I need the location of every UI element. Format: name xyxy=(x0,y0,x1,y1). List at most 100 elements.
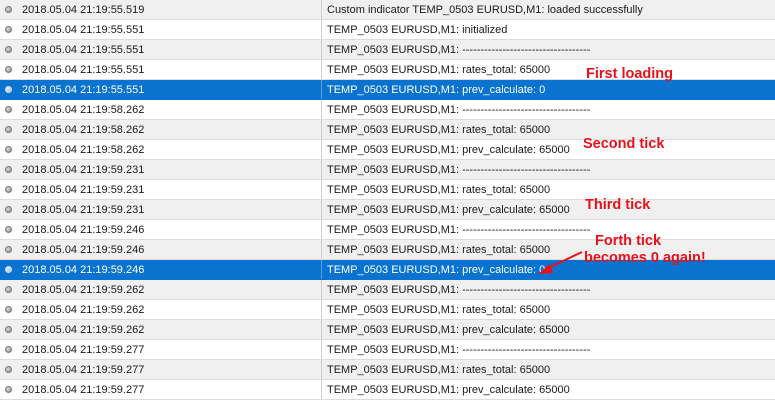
log-row[interactable]: 2018.05.04 21:19:58.262 TEMP_0503 EURUSD,… xyxy=(0,100,775,120)
circle-dot-icon xyxy=(5,346,12,353)
log-message: TEMP_0503 EURUSD,M1: -------------------… xyxy=(327,44,591,56)
log-message: TEMP_0503 EURUSD,M1: -------------------… xyxy=(327,344,591,356)
log-row[interactable]: 2018.05.04 21:19:59.262 TEMP_0503 EURUSD,… xyxy=(0,320,775,340)
circle-dot-icon xyxy=(5,66,12,73)
log-time: 2018.05.04 21:19:58.262 xyxy=(22,104,145,116)
log-message: TEMP_0503 EURUSD,M1: prev_calculate: 0 xyxy=(327,264,546,276)
annotation-first-loading: First loading xyxy=(586,66,673,82)
log-row[interactable]: 2018.05.04 21:19:59.262 TEMP_0503 EURUSD,… xyxy=(0,300,775,320)
circle-dot-icon xyxy=(5,366,12,373)
log-time: 2018.05.04 21:19:55.519 xyxy=(22,4,145,16)
log-message: TEMP_0503 EURUSD,M1: -------------------… xyxy=(327,104,591,116)
log-time: 2018.05.04 21:19:59.231 xyxy=(22,164,145,176)
circle-dot-icon xyxy=(5,286,12,293)
log-row[interactable]: 2018.05.04 21:19:59.277 TEMP_0503 EURUSD,… xyxy=(0,360,775,380)
log-row[interactable]: 2018.05.04 21:19:55.519 Custom indicator … xyxy=(0,0,775,20)
log-time: 2018.05.04 21:19:59.262 xyxy=(22,304,145,316)
log-time: 2018.05.04 21:19:55.551 xyxy=(22,44,145,56)
column-divider xyxy=(321,340,322,359)
column-divider xyxy=(321,260,322,279)
log-time: 2018.05.04 21:19:55.551 xyxy=(22,24,145,36)
circle-dot-icon xyxy=(5,166,12,173)
column-divider xyxy=(321,200,322,219)
circle-dot-icon xyxy=(5,106,12,113)
log-message: TEMP_0503 EURUSD,M1: prev_calculate: 0 xyxy=(327,84,546,96)
column-divider xyxy=(321,360,322,379)
annotation-forth-tick: Forth tick xyxy=(595,233,662,249)
circle-dot-icon xyxy=(5,186,12,193)
circle-dot-icon xyxy=(5,246,12,253)
log-time: 2018.05.04 21:19:59.231 xyxy=(22,204,145,216)
column-divider xyxy=(321,320,322,339)
log-time: 2018.05.04 21:19:59.262 xyxy=(22,324,145,336)
log-message: TEMP_0503 EURUSD,M1: -------------------… xyxy=(327,284,591,296)
column-divider xyxy=(321,180,322,199)
column-divider xyxy=(321,80,322,99)
log-message: Custom indicator TEMP_0503 EURUSD,M1: lo… xyxy=(327,4,643,16)
column-divider xyxy=(321,280,322,299)
circle-dot-icon xyxy=(5,306,12,313)
log-message: TEMP_0503 EURUSD,M1: prev_calculate: 650… xyxy=(327,384,570,396)
log-message: TEMP_0503 EURUSD,M1: rates_total: 65000 xyxy=(327,244,551,256)
column-divider xyxy=(321,160,322,179)
circle-dot-icon xyxy=(5,226,12,233)
column-divider xyxy=(321,220,322,239)
circle-dot-icon xyxy=(5,146,12,153)
log-time: 2018.05.04 21:19:59.246 xyxy=(22,264,145,276)
log-message: TEMP_0503 EURUSD,M1: -------------------… xyxy=(327,164,591,176)
annotation-second-tick: Second tick xyxy=(583,136,665,152)
circle-dot-icon xyxy=(5,126,12,133)
column-divider xyxy=(321,60,322,79)
log-row[interactable]: 2018.05.04 21:19:55.551 TEMP_0503 EURUSD,… xyxy=(0,80,775,100)
log-time: 2018.05.04 21:19:55.551 xyxy=(22,84,145,96)
circle-dot-icon xyxy=(5,46,12,53)
circle-dot-icon xyxy=(5,326,12,333)
column-divider xyxy=(321,240,322,259)
column-divider xyxy=(321,100,322,119)
log-message: TEMP_0503 EURUSD,M1: rates_total: 65000 xyxy=(327,64,551,76)
log-time: 2018.05.04 21:19:59.231 xyxy=(22,184,145,196)
column-divider xyxy=(321,20,322,39)
column-divider xyxy=(321,140,322,159)
circle-dot-icon xyxy=(5,266,12,273)
log-time: 2018.05.04 21:19:59.277 xyxy=(22,344,145,356)
journal-log: 2018.05.04 21:19:55.519 Custom indicator … xyxy=(0,0,775,400)
log-time: 2018.05.04 21:19:59.262 xyxy=(22,284,145,296)
log-message: TEMP_0503 EURUSD,M1: prev_calculate: 650… xyxy=(327,324,570,336)
log-row[interactable]: 2018.05.04 21:19:55.551 TEMP_0503 EURUSD,… xyxy=(0,40,775,60)
log-message: TEMP_0503 EURUSD,M1: initialized xyxy=(327,24,508,36)
log-row[interactable]: 2018.05.04 21:19:59.231 TEMP_0503 EURUSD,… xyxy=(0,200,775,220)
annotation-third-tick: Third tick xyxy=(585,197,651,213)
log-time: 2018.05.04 21:19:58.262 xyxy=(22,144,145,156)
log-time: 2018.05.04 21:19:59.246 xyxy=(22,224,145,236)
log-time: 2018.05.04 21:19:59.277 xyxy=(22,384,145,396)
log-time: 2018.05.04 21:19:59.246 xyxy=(22,244,145,256)
column-divider xyxy=(321,380,322,399)
circle-dot-icon xyxy=(5,386,12,393)
log-message: TEMP_0503 EURUSD,M1: -------------------… xyxy=(327,224,591,236)
column-divider xyxy=(321,40,322,59)
log-time: 2018.05.04 21:19:55.551 xyxy=(22,64,145,76)
log-message: TEMP_0503 EURUSD,M1: rates_total: 65000 xyxy=(327,184,551,196)
annotation-forth-tick-detail: becomes 0 again! xyxy=(584,250,706,266)
log-message: TEMP_0503 EURUSD,M1: prev_calculate: 650… xyxy=(327,144,570,156)
log-message: TEMP_0503 EURUSD,M1: rates_total: 65000 xyxy=(327,364,551,376)
log-message: TEMP_0503 EURUSD,M1: rates_total: 65000 xyxy=(327,304,551,316)
log-row[interactable]: 2018.05.04 21:19:59.231 TEMP_0503 EURUSD,… xyxy=(0,180,775,200)
log-time: 2018.05.04 21:19:58.262 xyxy=(22,124,145,136)
log-message: TEMP_0503 EURUSD,M1: rates_total: 65000 xyxy=(327,124,551,136)
column-divider xyxy=(321,120,322,139)
column-divider xyxy=(321,300,322,319)
log-message: TEMP_0503 EURUSD,M1: prev_calculate: 650… xyxy=(327,204,570,216)
circle-dot-icon xyxy=(5,86,12,93)
column-divider xyxy=(321,0,322,19)
log-row[interactable]: 2018.05.04 21:19:59.262 TEMP_0503 EURUSD,… xyxy=(0,280,775,300)
log-row[interactable]: 2018.05.04 21:19:59.277 TEMP_0503 EURUSD,… xyxy=(0,340,775,360)
circle-dot-icon xyxy=(5,6,12,13)
log-row[interactable]: 2018.05.04 21:19:55.551 TEMP_0503 EURUSD,… xyxy=(0,20,775,40)
log-row[interactable]: 2018.05.04 21:19:59.277 TEMP_0503 EURUSD,… xyxy=(0,380,775,400)
circle-dot-icon xyxy=(5,206,12,213)
log-row[interactable]: 2018.05.04 21:19:59.231 TEMP_0503 EURUSD,… xyxy=(0,160,775,180)
circle-dot-icon xyxy=(5,26,12,33)
log-time: 2018.05.04 21:19:59.277 xyxy=(22,364,145,376)
